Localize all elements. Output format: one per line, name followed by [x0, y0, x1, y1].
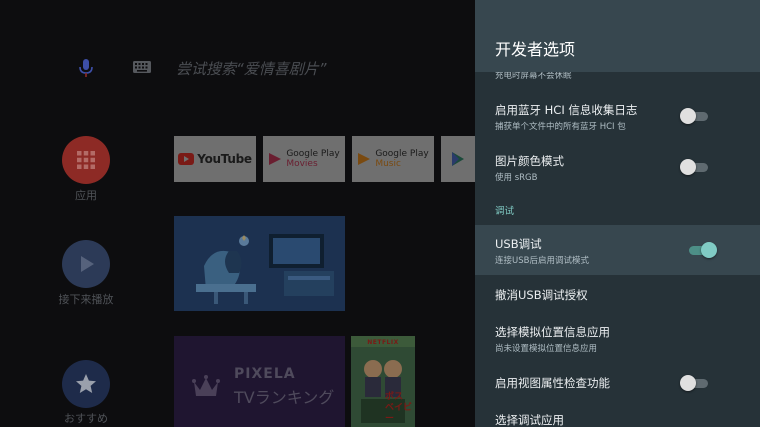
living-room-illustration	[174, 216, 345, 311]
usb-debugging-subtitle: 连接USB后启用调试模式	[495, 256, 589, 266]
apps-button[interactable]	[62, 136, 110, 184]
play-movies-line1: Google Play	[286, 149, 340, 159]
netflix-logo: NETFLIX	[367, 339, 399, 346]
panel-header: 开发者选项	[475, 0, 760, 72]
play-movies-icon	[269, 153, 282, 165]
recommended-label: おすすめ	[64, 412, 108, 425]
recommended-button[interactable]	[62, 360, 110, 408]
play-music-icon	[358, 153, 371, 165]
youtube-tile[interactable]: YouTube	[174, 136, 256, 182]
star-icon	[76, 374, 96, 393]
boss-baby-title: ボス ベイビー	[385, 392, 413, 424]
bluetooth-hci-log-title: 启用蓝牙 HCI 信息收集日志	[495, 103, 638, 117]
select-debug-app-row[interactable]: 选择调试应用	[475, 404, 760, 427]
revoke-usb-debugging-row[interactable]: 撤消USB调试授权	[475, 277, 760, 313]
play-movies-tile[interactable]: Google Play Movies	[263, 136, 345, 182]
crown-icon	[192, 375, 220, 396]
play-next-button[interactable]	[62, 240, 110, 288]
usb-debugging-row[interactable]: USB调试 连接USB后启用调试模式	[475, 225, 760, 275]
mock-location-app-subtitle: 尚未设置模拟位置信息应用	[495, 344, 598, 354]
view-attribute-inspection-title: 启用视图属性检查功能	[495, 376, 610, 390]
pixela-brand: PIXELA	[234, 366, 296, 382]
picture-color-mode-title: 图片颜色模式	[495, 154, 564, 168]
play-store-tile[interactable]	[441, 136, 475, 182]
mock-location-app-title: 选择模拟位置信息应用	[495, 325, 610, 339]
play-music-tile[interactable]: Google Play Music	[352, 136, 434, 182]
bluetooth-hci-log-switch[interactable]	[680, 108, 710, 124]
play-store-icon	[452, 152, 464, 166]
pixela-tv-ranking-tile[interactable]: PIXELA TVランキング	[174, 336, 345, 427]
featured-illustration-tile[interactable]	[174, 216, 345, 311]
pixela-subtitle: TVランキング	[234, 388, 335, 407]
developer-options-panel: 开发者选项 充电时屏幕不会休眠 启用蓝牙 HCI 信息收集日志 捕获单个文件中的…	[475, 0, 760, 427]
play-music-line2: Music	[375, 159, 401, 169]
usb-debugging-title: USB调试	[495, 237, 542, 251]
play-music-line1: Google Play	[375, 149, 429, 159]
play-next-label: 接下来播放	[58, 293, 114, 306]
play-icon	[81, 256, 94, 272]
select-debug-app-title: 选择调试应用	[495, 413, 564, 427]
keyboard-icon[interactable]	[131, 58, 153, 76]
youtube-logo-icon	[178, 153, 195, 165]
search-hint-text[interactable]: 尝试搜索“爱情喜剧片”	[176, 58, 327, 79]
usb-debugging-switch[interactable]	[687, 242, 717, 258]
view-attribute-inspection-row[interactable]: 启用视图属性检查功能	[475, 366, 760, 402]
netflix-poster-tile[interactable]: NETFLIX ボス ベイビー	[351, 336, 415, 427]
revoke-usb-debugging-title: 撤消USB调试授权	[495, 288, 588, 302]
picture-color-mode-row[interactable]: 图片颜色模式 使用 sRGB	[475, 143, 760, 191]
apps-label: 应用	[75, 189, 97, 202]
picture-color-mode-switch[interactable]	[680, 159, 710, 175]
mock-location-app-row[interactable]: 选择模拟位置信息应用 尚未设置模拟位置信息应用	[475, 315, 760, 363]
debugging-category-header: 调试	[495, 206, 515, 217]
play-movies-line2: Movies	[286, 159, 318, 169]
youtube-label: YouTube	[197, 152, 252, 166]
picture-color-mode-subtitle: 使用 sRGB	[495, 173, 538, 183]
panel-title: 开发者选项	[495, 40, 576, 59]
bluetooth-hci-log-subtitle: 捕获单个文件中的所有蓝牙 HCI 包	[495, 122, 626, 132]
apps-grid-icon	[77, 151, 95, 169]
view-attribute-inspection-switch[interactable]	[680, 375, 710, 391]
bluetooth-hci-log-row[interactable]: 启用蓝牙 HCI 信息收集日志 捕获单个文件中的所有蓝牙 HCI 包	[475, 92, 760, 140]
microphone-icon[interactable]	[74, 56, 98, 80]
